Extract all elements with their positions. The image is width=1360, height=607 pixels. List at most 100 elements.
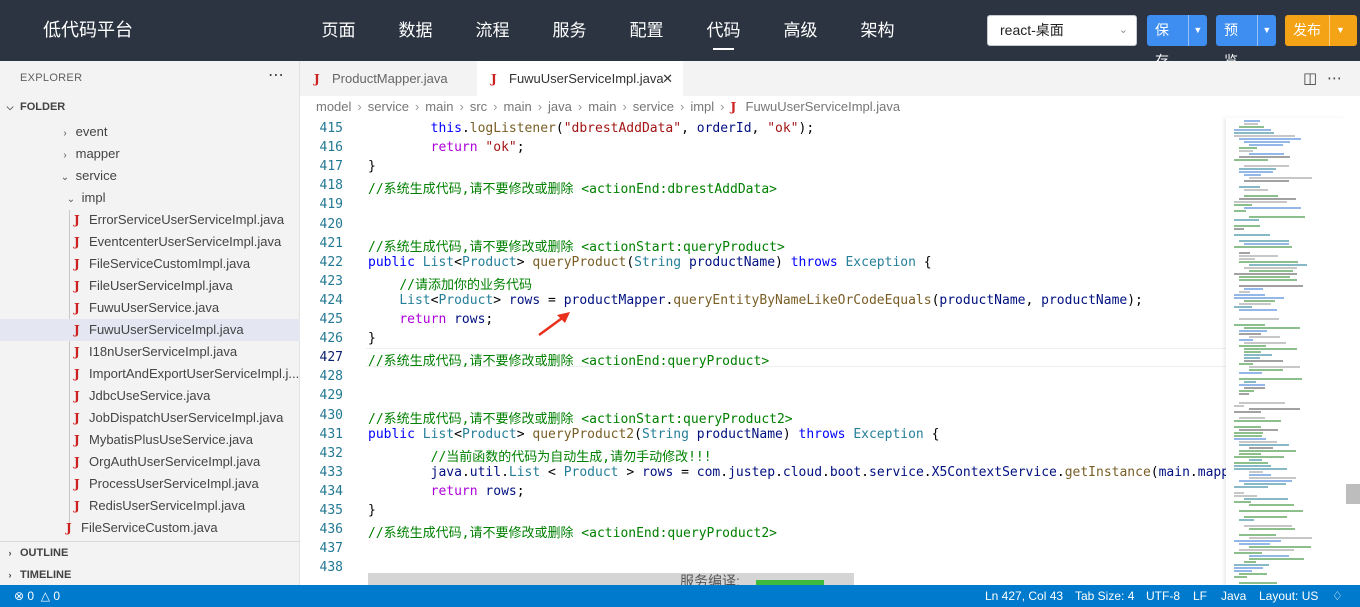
preview-button-label: 预览 xyxy=(1224,22,1238,69)
tree-file[interactable]: J ImportAndExportUserServiceImpl.j... xyxy=(0,363,300,385)
tree-file[interactable]: J MybatisPlusUseService.java xyxy=(0,429,300,451)
minimap-line xyxy=(1244,342,1286,344)
tree-file[interactable]: J JobDispatchUserServiceImpl.java xyxy=(0,407,300,429)
tree-folder-mapper[interactable]: › mapper xyxy=(0,143,300,165)
save-button[interactable]: 保存 ▼ xyxy=(1147,15,1207,69)
tab-fuwu-user-service-impl[interactable]: J FuwuUserServiceImpl.java ✕ xyxy=(477,61,683,96)
language-mode[interactable]: Java xyxy=(1221,585,1246,607)
tree-file[interactable]: J OrgAuthUserServiceImpl.java xyxy=(0,451,300,473)
tree-file[interactable]: J FuwuUserService.java xyxy=(0,297,300,319)
publish-dropdown-caret-icon[interactable]: ▼ xyxy=(1329,15,1351,46)
warning-icon: △ xyxy=(40,589,50,603)
outline-section-header[interactable]: › OUTLINE xyxy=(0,542,300,564)
code-line: public List<Product> queryProduct2(Strin… xyxy=(368,426,940,442)
nav-item-advanced[interactable]: 高级 xyxy=(762,0,839,61)
minimap-line xyxy=(1244,207,1301,209)
tree-file[interactable]: J RedisUserServiceImpl.java xyxy=(0,495,300,517)
more-actions-icon[interactable]: ⋯ xyxy=(268,65,284,85)
tree-file[interactable]: J FileServiceCustomImpl.java xyxy=(0,253,300,275)
tab-size[interactable]: Tab Size: 4 xyxy=(1075,585,1134,607)
minimap-line xyxy=(1239,156,1290,158)
java-file-icon: J xyxy=(74,389,80,403)
minimap-line xyxy=(1234,486,1268,488)
tree-file[interactable]: J FileUserServiceImpl.java xyxy=(0,275,300,297)
main-nav: 页面 数据 流程 服务 配置 代码 高级 架构 xyxy=(300,0,916,61)
code-line: public List<Product> queryProduct(String… xyxy=(368,254,932,270)
minimap-line xyxy=(1249,471,1263,473)
code-line: } xyxy=(368,331,376,347)
minimap-line xyxy=(1244,561,1256,563)
minimap[interactable] xyxy=(1226,118,1346,585)
minimap-line xyxy=(1249,528,1295,530)
java-file-icon: J xyxy=(66,521,72,535)
tree-file[interactable]: J FileServiceCustom.java xyxy=(0,517,300,539)
tree-file[interactable]: J JdbcUseService.java xyxy=(0,385,300,407)
java-file-icon: J xyxy=(74,367,80,381)
minimap-line xyxy=(1239,345,1266,347)
minimap-line xyxy=(1234,246,1292,248)
tab-label: ProductMapper.java xyxy=(332,71,448,86)
preview-dropdown-caret-icon[interactable]: ▼ xyxy=(1256,15,1276,46)
line-number: 423 xyxy=(319,273,343,289)
minimap-line xyxy=(1239,402,1285,404)
minimap-line xyxy=(1239,276,1290,278)
code-editor[interactable]: 415 this.logListener("dbrestAddData", or… xyxy=(300,118,1226,585)
cursor-position[interactable]: Ln 427, Col 43 xyxy=(985,585,1063,607)
line-number: 418 xyxy=(319,178,343,194)
line-number: 425 xyxy=(319,312,343,327)
tree-file[interactable]: J ProcessUserServiceImpl.java xyxy=(0,473,300,495)
more-actions-icon[interactable]: ⋯ xyxy=(1327,69,1342,87)
target-select[interactable]: react-桌面 ⌄ xyxy=(987,15,1137,46)
minimap-line xyxy=(1239,519,1254,521)
tree-file-selected[interactable]: J FuwuUserServiceImpl.java xyxy=(0,319,300,341)
nav-item-config[interactable]: 配置 xyxy=(608,0,685,61)
folder-section-header[interactable]: ⌵ FOLDER xyxy=(0,96,300,118)
nav-item-architecture[interactable]: 架构 xyxy=(839,0,916,61)
nav-item-code[interactable]: 代码 xyxy=(685,0,762,61)
minimap-line xyxy=(1234,438,1266,440)
minimap-line xyxy=(1234,405,1244,407)
line-number: 434 xyxy=(319,483,343,499)
tree-folder-impl[interactable]: ⌄ impl xyxy=(0,187,300,209)
encoding[interactable]: UTF-8 xyxy=(1146,585,1180,607)
nav-item-pages[interactable]: 页面 xyxy=(300,0,377,61)
minimap-line xyxy=(1234,468,1287,470)
minimap-line xyxy=(1249,546,1311,548)
java-file-icon: J xyxy=(74,213,80,227)
minimap-line xyxy=(1239,186,1260,188)
split-editor-icon[interactable]: ◫ xyxy=(1303,69,1317,87)
chevron-right-icon: › xyxy=(8,570,12,580)
nav-item-service[interactable]: 服务 xyxy=(531,0,608,61)
minimap-line xyxy=(1244,288,1263,290)
problems-indicator[interactable]: ⊗ 0 △ 0 xyxy=(14,585,60,607)
close-icon[interactable]: ✕ xyxy=(662,61,673,96)
minimap-line xyxy=(1244,351,1261,353)
timeline-section-header[interactable]: › TIMELINE xyxy=(0,564,300,586)
minimap-line xyxy=(1239,138,1301,140)
tree-file[interactable]: J ErrorServiceUserServiceImpl.java xyxy=(0,209,300,231)
tab-product-mapper[interactable]: J ProductMapper.java xyxy=(300,61,470,96)
minimap-line xyxy=(1234,420,1281,422)
java-file-icon: J xyxy=(74,499,80,513)
notifications-bell-icon[interactable]: ♢ xyxy=(1332,585,1343,607)
minimap-line xyxy=(1234,564,1269,566)
minimap-line xyxy=(1239,390,1254,392)
nav-item-data[interactable]: 数据 xyxy=(377,0,454,61)
tree-folder-service[interactable]: ⌄ service xyxy=(0,165,300,187)
minimap-line xyxy=(1239,573,1267,575)
scrollbar-thumb[interactable] xyxy=(1346,484,1360,504)
code-line: return rows; xyxy=(399,312,494,327)
tree-file[interactable]: J I18nUserServiceImpl.java xyxy=(0,341,300,363)
end-of-line[interactable]: LF xyxy=(1193,585,1207,607)
save-dropdown-caret-icon[interactable]: ▼ xyxy=(1187,15,1207,46)
minimap-line xyxy=(1234,135,1295,137)
preview-button[interactable]: 预览 ▼ xyxy=(1216,15,1276,69)
publish-button[interactable]: 发布 ▼ xyxy=(1285,15,1357,46)
tree-folder-event[interactable]: › event xyxy=(0,121,300,143)
nav-item-process[interactable]: 流程 xyxy=(454,0,531,61)
code-line: java.util.List < Product > rows = com.ju… xyxy=(430,464,1226,480)
minimap-line xyxy=(1234,426,1261,428)
keyboard-layout[interactable]: Layout: US xyxy=(1259,585,1318,607)
tree-file[interactable]: J EventcenterUserServiceImpl.java xyxy=(0,231,300,253)
explorer-title: EXPLORER xyxy=(20,72,83,84)
